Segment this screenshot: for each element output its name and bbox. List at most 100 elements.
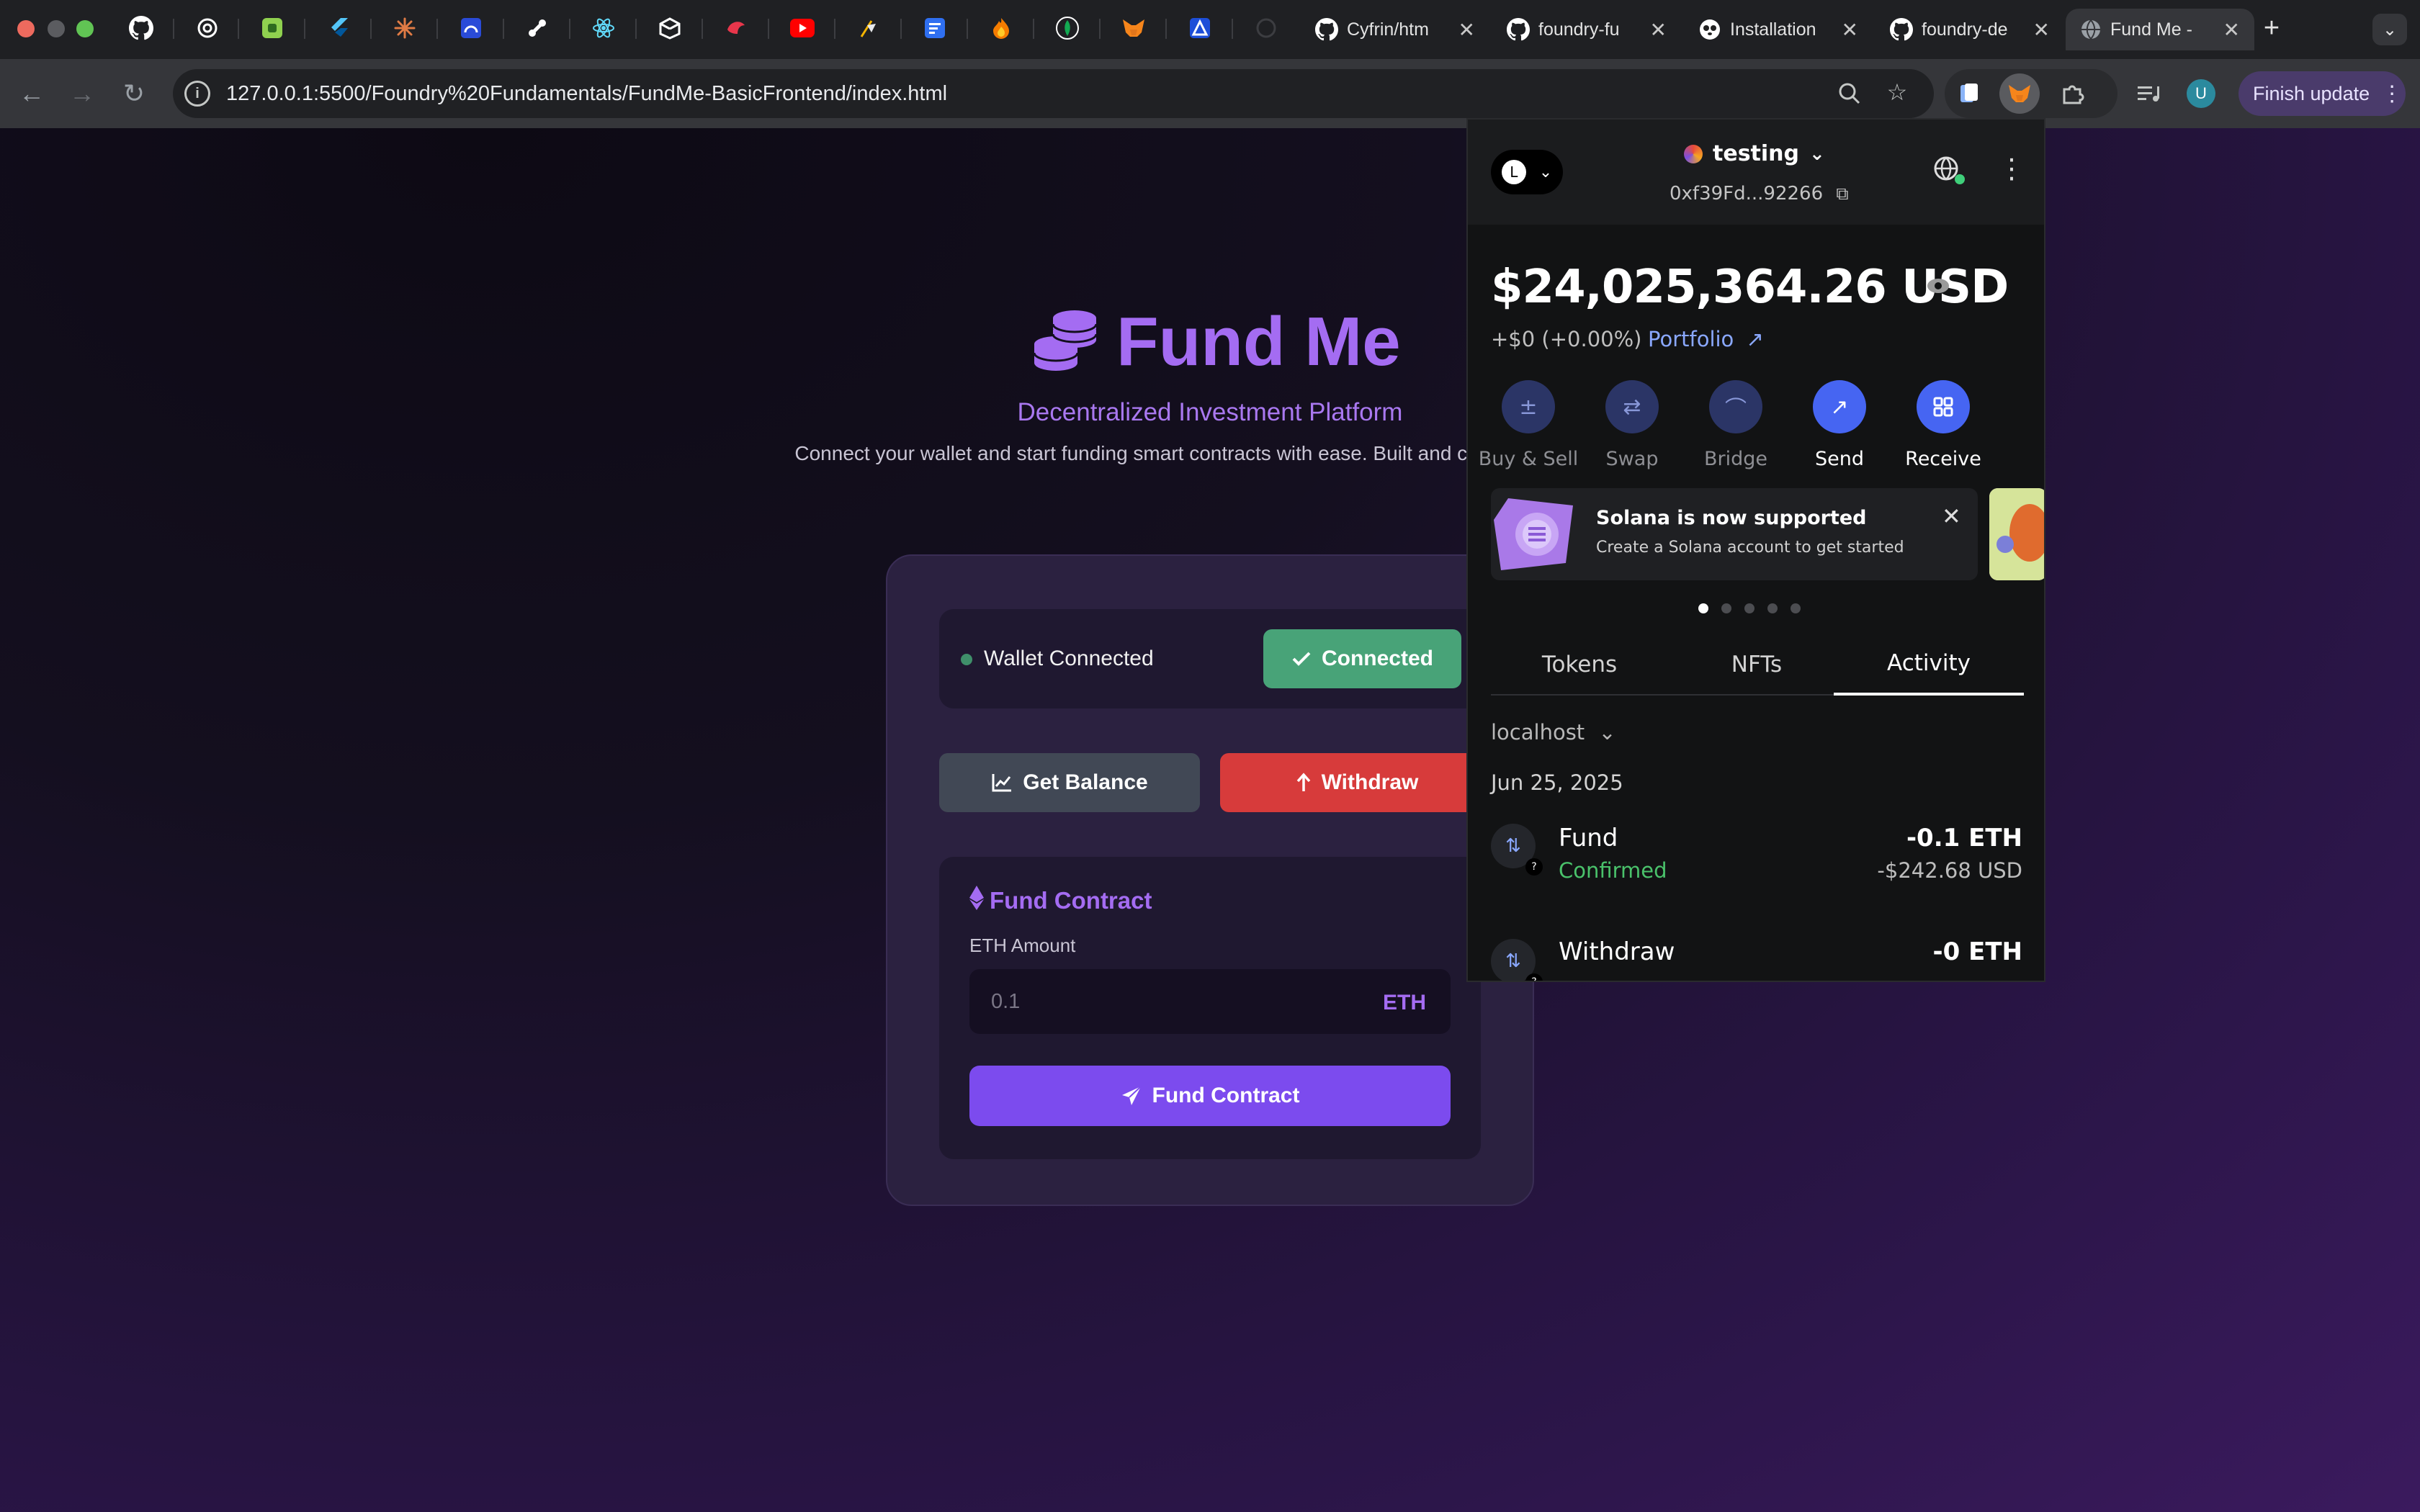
network-selector[interactable]: L ⌄ [1491, 150, 1563, 194]
tab-tokens[interactable]: Tokens [1491, 634, 1668, 696]
tab-close-icon[interactable]: ✕ [2223, 18, 2240, 42]
pinned-tab-flutter-icon[interactable] [326, 15, 351, 41]
fund-contract-button[interactable]: Fund Contract [969, 1066, 1451, 1126]
tab-title: Installation [1730, 19, 1816, 40]
pinned-tab-openai-icon[interactable] [194, 15, 220, 41]
metamask-extension-icon[interactable] [1999, 73, 2040, 114]
receive-label: Receive [1905, 448, 1981, 470]
buy-sell-button[interactable]: ± Buy & Sell [1478, 380, 1579, 470]
tab-close-icon[interactable]: ✕ [1458, 18, 1475, 42]
fund-me-card: Wallet Connected Connected Get Balance W… [886, 554, 1534, 1206]
pinned-tab-claude-icon[interactable] [392, 15, 418, 41]
arrow-up-icon [1296, 773, 1310, 791]
pinned-tab-feather-icon[interactable] [856, 15, 882, 41]
bookmark-star-icon[interactable]: ☆ [1877, 72, 1917, 112]
arrow-up-right-icon: ↗ [1813, 380, 1866, 433]
bridge-button[interactable]: ⌒ Bridge [1685, 380, 1786, 470]
pinned-tab-green-app-icon[interactable] [259, 15, 285, 41]
close-icon[interactable]: ✕ [1942, 503, 1961, 530]
swap-button[interactable]: ⇄ Swap [1582, 380, 1682, 470]
site-info-icon[interactable]: i [184, 81, 210, 107]
network-filter-label: localhost [1491, 720, 1585, 744]
account-selector[interactable]: testing ⌄ [1684, 141, 1828, 166]
carousel-dot-active[interactable] [1698, 603, 1708, 613]
plus-minus-icon: ± [1502, 380, 1555, 433]
tx-amount: -0 ETH [1932, 937, 2022, 966]
eth-amount-input[interactable] [969, 969, 1451, 1034]
tab-fund-me[interactable]: Fund Me - ✕ [2066, 9, 2254, 50]
pinned-tab-react-icon[interactable] [591, 15, 617, 41]
reload-button[interactable]: ↻ [117, 76, 151, 111]
profile-avatar[interactable]: U [2187, 79, 2215, 108]
new-tab-button[interactable]: + [2259, 13, 2285, 43]
pinned-tab-loading-icon[interactable] [1253, 15, 1279, 41]
tab-title: Cyfrin/htm [1347, 19, 1429, 40]
get-balance-button[interactable]: Get Balance [939, 753, 1200, 812]
close-window-button[interactable] [17, 20, 35, 37]
extension-clipboard-icon[interactable] [1949, 73, 1989, 114]
pinned-tab-atlassian-icon[interactable] [1187, 15, 1213, 41]
tab-nfts[interactable]: NFTs [1668, 634, 1845, 696]
github-icon [1890, 18, 1913, 41]
media-controls-icon[interactable] [2129, 73, 2169, 114]
zoom-window-button[interactable] [76, 20, 94, 37]
fund-contract-section: Fund Contract ETH Amount ETH Fund Contra… [939, 857, 1481, 1159]
zoom-icon[interactable] [1829, 73, 1870, 114]
pinned-tab-red-bird-icon[interactable] [723, 15, 749, 41]
bridge-label: Bridge [1703, 448, 1767, 470]
tab-cyfrin[interactable]: Cyfrin/htm ✕ [1301, 9, 1489, 50]
network-initial: L [1501, 160, 1526, 184]
carousel-dot[interactable] [1744, 603, 1754, 613]
withdraw-button[interactable]: Withdraw [1220, 753, 1494, 812]
solana-illustration-icon [1494, 491, 1580, 580]
tab-installation[interactable]: Installation ✕ [1684, 9, 1873, 50]
tab-activity[interactable]: Activity [1834, 634, 2024, 696]
pinned-tab-box-icon[interactable] [657, 15, 683, 41]
portfolio-link[interactable]: Portfolio ↗ [1648, 327, 1764, 351]
wallet-status-panel: Wallet Connected Connected [939, 609, 1487, 708]
tab-close-icon[interactable]: ✕ [1650, 18, 1667, 42]
forward-button[interactable]: → [65, 76, 99, 111]
tab-search-chevron-icon[interactable]: ⌄ [2372, 14, 2407, 45]
pinned-tab-metamask-icon[interactable] [1121, 15, 1147, 41]
tab-close-icon[interactable]: ✕ [1842, 18, 1858, 42]
kebab-menu-icon[interactable]: ⋮ [1998, 153, 2025, 184]
balance-amount: $24,025,364.26 [1491, 261, 1887, 314]
pinned-tab-youtube-icon[interactable] [789, 15, 815, 41]
network-filter-dropdown[interactable]: localhost ⌄ [1491, 720, 1616, 744]
pinned-tab-forms-icon[interactable] [922, 15, 948, 41]
github-icon [1507, 18, 1530, 41]
minimize-window-button[interactable] [48, 20, 65, 37]
copy-icon[interactable]: ⧉ [1836, 184, 1848, 204]
carousel-dot[interactable] [1721, 603, 1731, 613]
extensions-puzzle-icon[interactable] [2053, 73, 2093, 114]
pinned-tab-mongodb-icon[interactable] [1054, 15, 1080, 41]
send-label: Send [1814, 448, 1864, 470]
carousel-dot[interactable] [1767, 603, 1778, 613]
paper-plane-icon [1121, 1086, 1142, 1105]
tab-foundry-fundamentals[interactable]: foundry-fu ✕ [1492, 9, 1681, 50]
pinned-tab-fire-icon[interactable] [988, 15, 1014, 41]
connect-button[interactable]: Connected [1263, 629, 1461, 688]
back-button[interactable]: ← [14, 76, 49, 111]
chevron-down-icon: ⌄ [1598, 720, 1616, 744]
tab-close-icon[interactable]: ✕ [2033, 18, 2050, 42]
fox-illustration-icon [1989, 488, 2044, 580]
finish-update-button[interactable]: Finish update ⋮ [2238, 71, 2406, 116]
balance-unit: USD [1901, 261, 2009, 314]
external-link-icon: ↗ [1746, 327, 1764, 351]
carousel-dot[interactable] [1791, 603, 1801, 613]
solana-banner[interactable]: Solana is now supported Create a Solana … [1491, 488, 1978, 580]
pinned-tab-link-icon[interactable] [524, 15, 550, 41]
tab-foundry-devops[interactable]: foundry-de ✕ [1876, 9, 2064, 50]
send-button[interactable]: ↗ Send [1789, 380, 1890, 470]
tab-title: foundry-fu [1538, 19, 1620, 40]
receive-button[interactable]: Receive [1893, 380, 1994, 470]
eye-icon[interactable] [1926, 276, 1950, 295]
account-address[interactable]: 0xf39Fd...92266 ⧉ [1670, 183, 1849, 204]
url-text[interactable]: 127.0.0.1:5500/Foundry%20Fundamentals/Fu… [226, 79, 947, 108]
next-banner-card[interactable] [1989, 488, 2044, 580]
connected-sites-globe-icon[interactable] [1933, 156, 1959, 188]
pinned-tab-dashboard-icon[interactable] [458, 15, 484, 41]
pinned-tab-github-icon[interactable] [128, 15, 154, 41]
